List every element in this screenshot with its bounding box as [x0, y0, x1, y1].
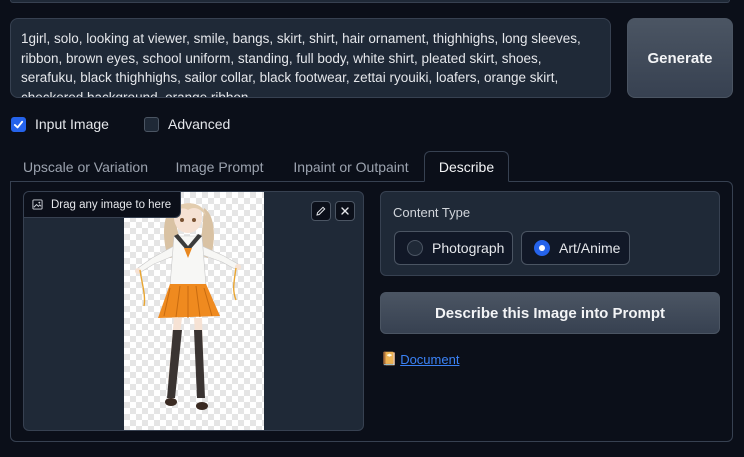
generate-button[interactable]: Generate	[627, 18, 733, 98]
radio-photograph[interactable]: Photograph	[394, 231, 513, 265]
input-image-checkbox-row[interactable]: Input Image	[11, 116, 109, 132]
tab-describe[interactable]: Describe	[424, 151, 509, 182]
prompt-text: 1girl, solo, looking at viewer, smile, b…	[21, 31, 581, 98]
clear-image-button[interactable]	[335, 201, 355, 221]
tab-bar: Upscale or Variation Image Prompt Inpain…	[10, 151, 733, 182]
transparent-background	[124, 192, 264, 430]
content-type-label: Content Type	[393, 205, 471, 220]
prompt-textarea[interactable]: 1girl, solo, looking at viewer, smile, b…	[10, 18, 611, 98]
close-icon	[341, 207, 349, 215]
input-image-label: Input Image	[35, 116, 109, 132]
tab-inpaint-or-outpaint[interactable]: Inpaint or Outpaint	[278, 151, 424, 182]
radio-photograph-label: Photograph	[432, 240, 505, 256]
tab-image-prompt[interactable]: Image Prompt	[161, 151, 278, 182]
top-panel-edge	[10, 0, 730, 3]
notebook-icon: 📔	[381, 351, 398, 366]
advanced-checkbox[interactable]	[144, 116, 159, 132]
tab-upscale-or-variation[interactable]: Upscale or Variation	[10, 151, 161, 182]
image-input-area[interactable]: Drag any image to here	[23, 191, 364, 431]
checkmark-icon	[13, 120, 24, 128]
anime-girl-image	[135, 203, 241, 410]
input-image-checkbox[interactable]	[11, 116, 26, 132]
describe-image-button[interactable]: Describe this Image into Prompt	[380, 292, 720, 334]
edit-image-button[interactable]	[311, 201, 331, 221]
drop-image-text: Drag any image to here	[51, 198, 172, 211]
document-link[interactable]: 📔 Document	[381, 351, 459, 367]
radio-art-anime-label: Art/Anime	[559, 240, 621, 256]
drop-image-label[interactable]: Drag any image to here	[24, 192, 182, 218]
document-link-text[interactable]: Document	[400, 352, 459, 367]
radio-art-anime-circle[interactable]	[534, 240, 550, 256]
radio-photograph-circle[interactable]	[407, 240, 423, 256]
radio-art-anime[interactable]: Art/Anime	[521, 231, 630, 265]
content-type-group: Content Type Photograph Art/Anime	[380, 191, 720, 276]
advanced-checkbox-row[interactable]: Advanced	[144, 116, 230, 132]
advanced-label: Advanced	[168, 116, 231, 132]
edit-icon	[316, 206, 326, 216]
image-icon	[32, 199, 43, 210]
